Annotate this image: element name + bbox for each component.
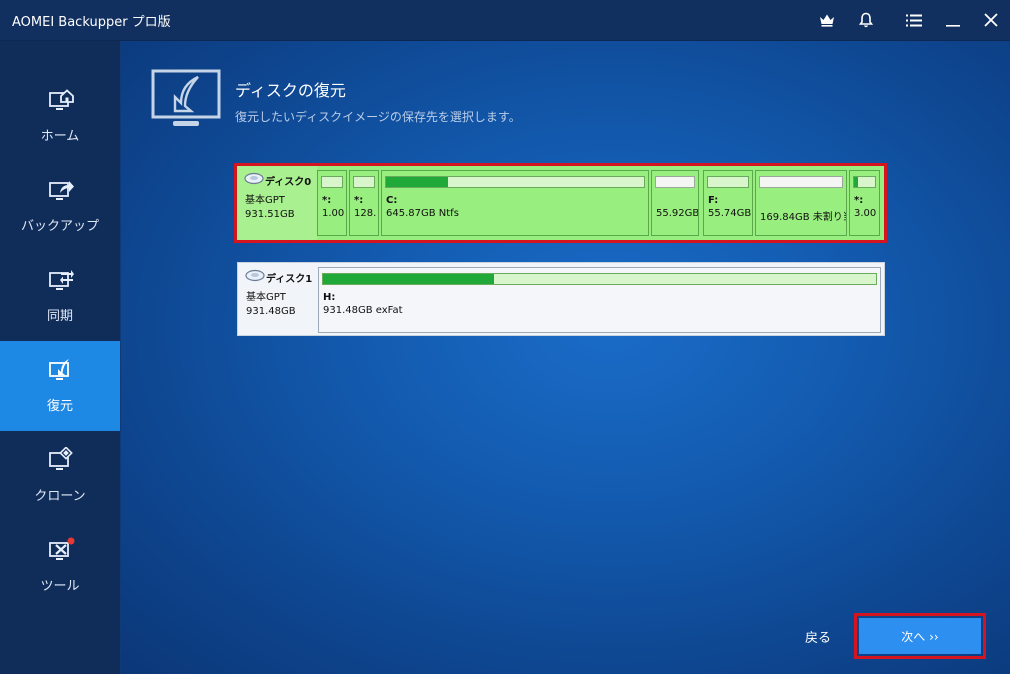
sync-icon bbox=[47, 267, 75, 295]
disk-row-1[interactable]: ディスク1 基本GPT 931.48GB H: 931.48GB exFat bbox=[237, 262, 885, 336]
title-bar: AOMEI Backupper プロ版 bbox=[0, 0, 1010, 41]
sidebar-item-sync[interactable]: 同期 bbox=[0, 251, 120, 341]
disk-type: 基本GPT bbox=[245, 195, 285, 206]
partition-usage-bar bbox=[853, 176, 876, 188]
restore-header-icon bbox=[151, 69, 223, 129]
partition-info: 169.84GB 未割り当 bbox=[760, 212, 847, 223]
partition-info: 55.74GB bbox=[708, 208, 752, 219]
partition-info: 55.92GB bbox=[656, 208, 699, 219]
sidebar-item-label: 復元 bbox=[46, 399, 73, 414]
disk-icon bbox=[245, 269, 265, 282]
back-button[interactable]: 戻る bbox=[805, 627, 831, 646]
sidebar-item-clone[interactable]: クローン bbox=[0, 431, 120, 521]
partition-0-6[interactable]: *: 3.00 bbox=[849, 170, 880, 236]
partition-usage-bar bbox=[385, 176, 645, 188]
partition-label: *: bbox=[854, 195, 864, 206]
sidebar-item-label: ツール bbox=[40, 579, 80, 594]
sidebar-item-label: クローン bbox=[34, 489, 86, 504]
clone-icon bbox=[47, 446, 75, 475]
tools-icon bbox=[47, 537, 75, 565]
disk-info: ディスク0 基本GPT 931.51GB bbox=[237, 166, 317, 240]
disk-row-0[interactable]: ディスク0 基本GPT 931.51GB *: 1.00 *: 128. C: … bbox=[237, 166, 885, 240]
next-button[interactable]: 次へ ›› bbox=[859, 618, 981, 654]
close-icon[interactable] bbox=[980, 9, 1002, 31]
bell-icon[interactable] bbox=[855, 9, 877, 31]
partition-info: 931.48GB exFat bbox=[323, 305, 403, 316]
partition-label: F: bbox=[708, 195, 719, 206]
partition-info: 128. bbox=[354, 208, 377, 219]
page-title: ディスクの復元 bbox=[235, 81, 346, 100]
partition-usage-bar bbox=[707, 176, 749, 188]
sidebar-item-backup[interactable]: バックアップ bbox=[0, 161, 120, 251]
page-subtitle: 復元したいディスクイメージの保存先を選択します。 bbox=[235, 110, 521, 124]
partition-label: *: bbox=[322, 195, 332, 206]
sidebar: ホーム バックアップ 同期 復元 クローン ツール bbox=[0, 41, 120, 674]
disk-size: 931.51GB bbox=[245, 209, 295, 220]
partition-label: C: bbox=[386, 195, 398, 206]
partition-0-3[interactable]: 55.92GB bbox=[651, 170, 699, 236]
disk-icon bbox=[244, 172, 264, 185]
disk-type: 基本GPT bbox=[246, 292, 286, 303]
sidebar-item-home[interactable]: ホーム bbox=[0, 71, 120, 161]
partition-label: H: bbox=[323, 292, 336, 303]
app-window: AOMEI Backupper プロ版 ホーム バックアップ 同期 復元 クロー… bbox=[0, 0, 1010, 674]
partition-usage-bar bbox=[353, 176, 375, 188]
sidebar-item-label: ホーム bbox=[40, 129, 80, 144]
partition-1-0[interactable]: H: 931.48GB exFat bbox=[318, 267, 881, 333]
home-icon bbox=[47, 87, 75, 115]
app-title: AOMEI Backupper プロ版 bbox=[12, 15, 171, 30]
partition-0-4[interactable]: F: 55.74GB bbox=[703, 170, 753, 236]
partition-label: *: bbox=[354, 195, 364, 206]
partition-usage-bar bbox=[321, 176, 343, 188]
disk-size: 931.48GB bbox=[246, 306, 296, 317]
sidebar-item-restore[interactable]: 復元 bbox=[0, 341, 120, 431]
disk-name: ディスク1 bbox=[266, 274, 313, 285]
menu-icon[interactable] bbox=[903, 9, 925, 31]
minimize-icon[interactable] bbox=[942, 9, 964, 31]
partition-usage-bar bbox=[655, 176, 695, 188]
partition-info: 1.00 bbox=[322, 208, 345, 219]
disk-info: ディスク1 基本GPT 931.48GB bbox=[238, 263, 318, 335]
backup-icon bbox=[47, 177, 75, 205]
partition-0-5[interactable]: 169.84GB 未割り当 bbox=[755, 170, 847, 236]
partition-usage-bar bbox=[322, 273, 877, 285]
partition-info: 3.00 bbox=[854, 208, 877, 219]
partition-0-1[interactable]: *: 128. bbox=[349, 170, 379, 236]
partition-info: 645.87GB Ntfs bbox=[386, 208, 459, 219]
crown-icon[interactable] bbox=[816, 9, 838, 31]
sidebar-item-label: 同期 bbox=[46, 309, 73, 324]
sidebar-item-label: バックアップ bbox=[20, 219, 99, 234]
main-panel: ディスクの復元 復元したいディスクイメージの保存先を選択します。 ディスク0 基… bbox=[121, 41, 1010, 674]
sidebar-item-tools[interactable]: ツール bbox=[0, 521, 120, 611]
partition-usage-bar bbox=[759, 176, 843, 188]
partition-0-0[interactable]: *: 1.00 bbox=[317, 170, 347, 236]
partition-0-2[interactable]: C: 645.87GB Ntfs bbox=[381, 170, 649, 236]
disk-name: ディスク0 bbox=[265, 177, 312, 188]
restore-icon bbox=[47, 357, 75, 385]
